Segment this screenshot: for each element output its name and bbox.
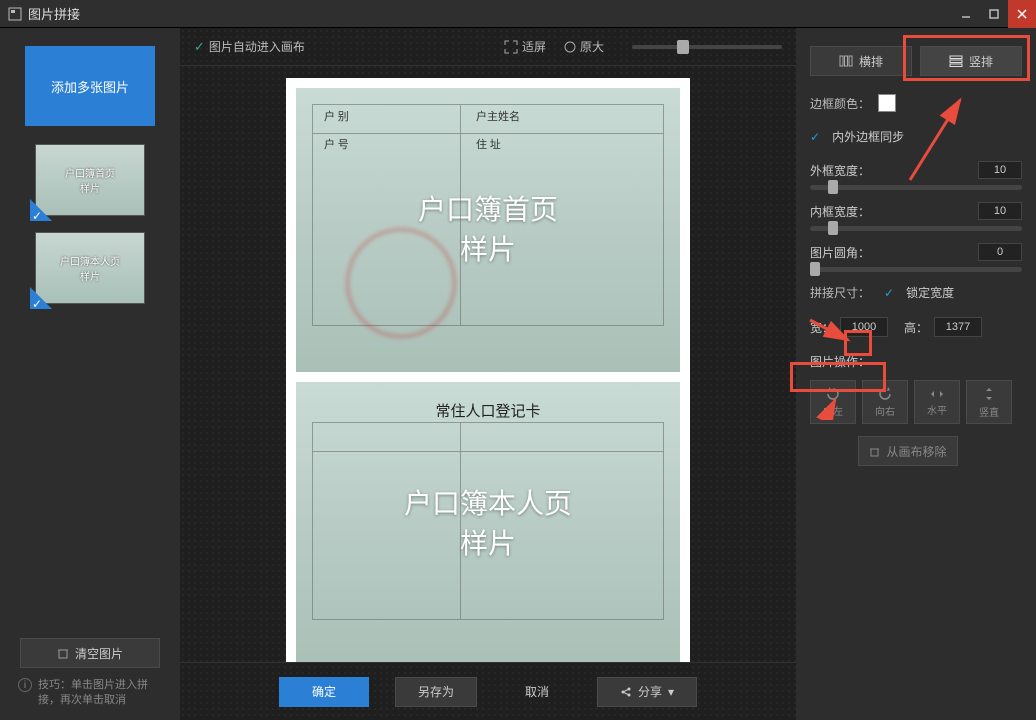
zoom-slider[interactable] [632, 45, 782, 49]
chevron-down-icon: ▾ [668, 685, 674, 699]
document-image-1[interactable]: 户 别 户主姓名 户 号 住 址 户口簿首页 样片 [296, 88, 680, 372]
border-color-row: 边框颜色： [810, 94, 1022, 112]
fit-icon [504, 40, 518, 54]
left-panel: 添加多张图片 户口簿首页 样片 户口簿本人页 样片 清空图片 i 技巧：单击图片… [0, 28, 180, 720]
window-title: 图片拼接 [28, 4, 80, 23]
center-panel: ✓图片自动进入画布 适屏 原大 户 别 户主姓名 户 号 住 址 户口簿首页 样… [180, 28, 796, 720]
info-icon: i [18, 678, 32, 692]
save-as-button[interactable]: 另存为 [395, 677, 477, 707]
add-images-button[interactable]: 添加多张图片 [25, 46, 155, 126]
layout-vertical-tab[interactable]: 竖排 [920, 46, 1022, 76]
columns-icon [839, 55, 853, 67]
thumbnail-1[interactable]: 户口簿首页 样片 [35, 144, 145, 216]
minimize-button[interactable] [952, 0, 980, 28]
check-icon: ✓ [194, 39, 205, 55]
rotate-left-button[interactable]: 向左 [810, 380, 856, 424]
ok-button[interactable]: 确定 [279, 677, 369, 707]
seal-stamp [346, 228, 456, 338]
cancel-button[interactable]: 取消 [503, 677, 571, 707]
radius-input[interactable] [978, 243, 1022, 261]
rotate-right-button[interactable]: 向右 [862, 380, 908, 424]
thumbnail-2-preview: 户口簿本人页 样片 [36, 233, 144, 303]
outer-width-input[interactable] [978, 161, 1022, 179]
clear-images-button[interactable]: 清空图片 [20, 638, 160, 668]
sync-border-row[interactable]: 内外边框同步 [810, 128, 1022, 145]
check-icon [30, 287, 52, 309]
thumbnail-1-preview: 户口簿首页 样片 [36, 145, 144, 215]
remove-from-canvas-button[interactable]: 从画布移除 [858, 436, 958, 466]
center-toolbar: ✓图片自动进入画布 适屏 原大 [180, 28, 796, 66]
canvas-area[interactable]: 户 别 户主姓名 户 号 住 址 户口簿首页 样片 常住人口登记卡 户口簿本人页 [180, 66, 796, 662]
auto-enter-toggle[interactable]: ✓图片自动进入画布 [194, 38, 305, 55]
inner-width-slider[interactable] [810, 226, 1022, 231]
right-panel: 横排 竖排 边框颜色： 内外边框同步 外框宽度： 内框宽度： [796, 28, 1036, 720]
inner-width-input[interactable] [978, 202, 1022, 220]
slider-thumb[interactable] [677, 40, 689, 54]
radius-group: 图片圆角： [810, 243, 1022, 272]
stitch-size-row: 拼接尺寸： 锁定宽度 [810, 284, 1022, 301]
original-size-button[interactable]: 原大 [564, 38, 604, 55]
close-button[interactable] [1008, 0, 1036, 28]
share-icon [620, 686, 632, 698]
rows-icon [949, 55, 963, 67]
lock-width-checkbox[interactable] [884, 286, 898, 300]
center-footer: 确定 另存为 取消 分享 ▾ [180, 662, 796, 720]
size-row: 宽： 高： [810, 317, 1022, 337]
circle-icon [564, 41, 576, 53]
height-input[interactable] [934, 317, 982, 337]
radius-slider[interactable] [810, 267, 1022, 272]
check-icon [30, 199, 52, 221]
app-icon [8, 7, 22, 21]
thumbnail-2[interactable]: 户口簿本人页 样片 [35, 232, 145, 304]
stitch-canvas: 户 别 户主姓名 户 号 住 址 户口簿首页 样片 常住人口登记卡 户口簿本人页 [286, 78, 690, 662]
trash-icon [869, 446, 880, 457]
flip-h-button[interactable]: 水平 [914, 380, 960, 424]
inner-width-group: 内框宽度： [810, 202, 1022, 231]
outer-width-group: 外框宽度： [810, 161, 1022, 190]
tip-text: 技巧：单击图片进入拼接，再次单击取消 [38, 678, 162, 708]
fit-screen-button[interactable]: 适屏 [504, 38, 546, 55]
title-bar: 图片拼接 [0, 0, 1036, 28]
ops-label: 图片操作： [810, 353, 1022, 370]
trash-icon [57, 647, 69, 659]
outer-width-slider[interactable] [810, 185, 1022, 190]
layout-horizontal-tab[interactable]: 横排 [810, 46, 912, 76]
width-input[interactable] [840, 317, 888, 337]
tip-row: i 技巧：单击图片进入拼接，再次单击取消 [12, 678, 168, 708]
doc2-title: 常住人口登记卡 [296, 400, 680, 421]
maximize-button[interactable] [980, 0, 1008, 28]
window-controls [952, 0, 1036, 28]
share-button[interactable]: 分享 ▾ [597, 677, 697, 707]
flip-v-button[interactable]: 竖直 [966, 380, 1012, 424]
border-color-swatch[interactable] [878, 94, 896, 112]
check-icon [810, 130, 824, 144]
document-image-2[interactable]: 常住人口登记卡 户口簿本人页 样片 [296, 382, 680, 662]
